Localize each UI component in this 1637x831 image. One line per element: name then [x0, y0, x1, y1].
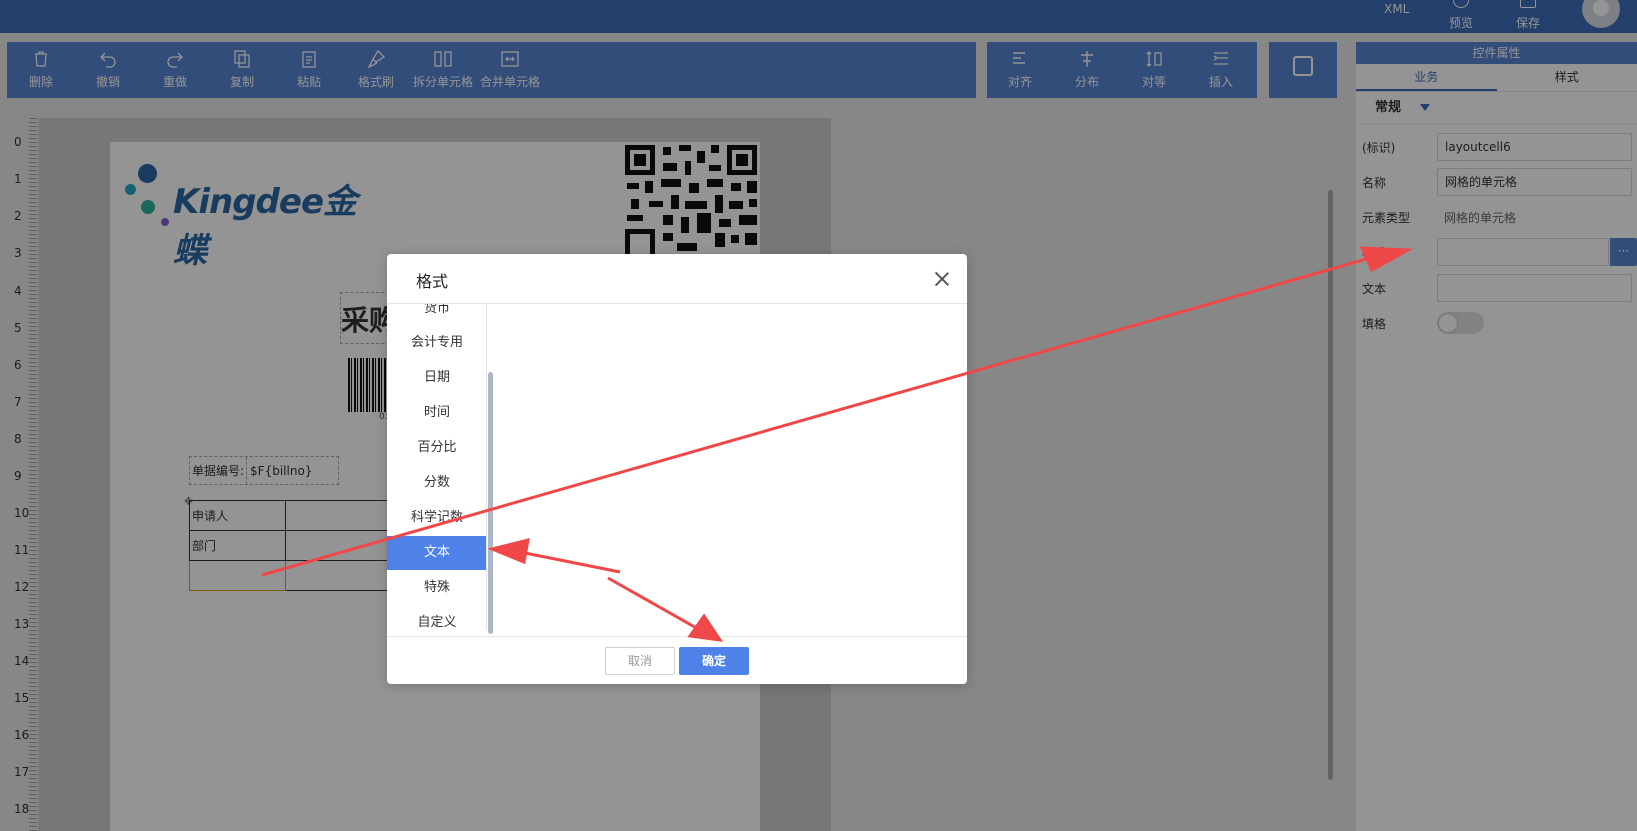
format-item-text[interactable]: 文本 — [387, 536, 486, 570]
format-item-scientific[interactable]: 科学记数 — [387, 501, 486, 535]
format-item-special[interactable]: 特殊 — [387, 571, 486, 605]
format-item-currency[interactable]: 货币 — [387, 304, 486, 326]
format-item-percent[interactable]: 百分比 — [387, 431, 486, 465]
close-icon[interactable] — [932, 269, 952, 289]
cancel-button[interactable]: 取消 — [605, 647, 675, 675]
dialog-title: 格式 — [416, 272, 449, 291]
format-list-scrollbar[interactable] — [488, 372, 493, 634]
format-category-list: 货币 会计专用 日期 时间 百分比 分数 科学记数 文本 特殊 自定义 — [387, 304, 487, 630]
format-item-accounting[interactable]: 会计专用 — [387, 326, 486, 360]
format-item-date[interactable]: 日期 — [387, 361, 486, 395]
format-dialog: 格式 货币 会计专用 日期 时间 百分比 分数 科学记数 文本 特殊 自定义 取… — [387, 254, 967, 684]
format-item-fraction[interactable]: 分数 — [387, 466, 486, 500]
format-item-custom[interactable]: 自定义 — [387, 606, 486, 630]
dialog-header: 格式 — [387, 254, 967, 304]
format-item-time[interactable]: 时间 — [387, 396, 486, 430]
ok-button[interactable]: 确定 — [679, 647, 749, 675]
dialog-footer: 取消 确定 — [387, 636, 967, 684]
